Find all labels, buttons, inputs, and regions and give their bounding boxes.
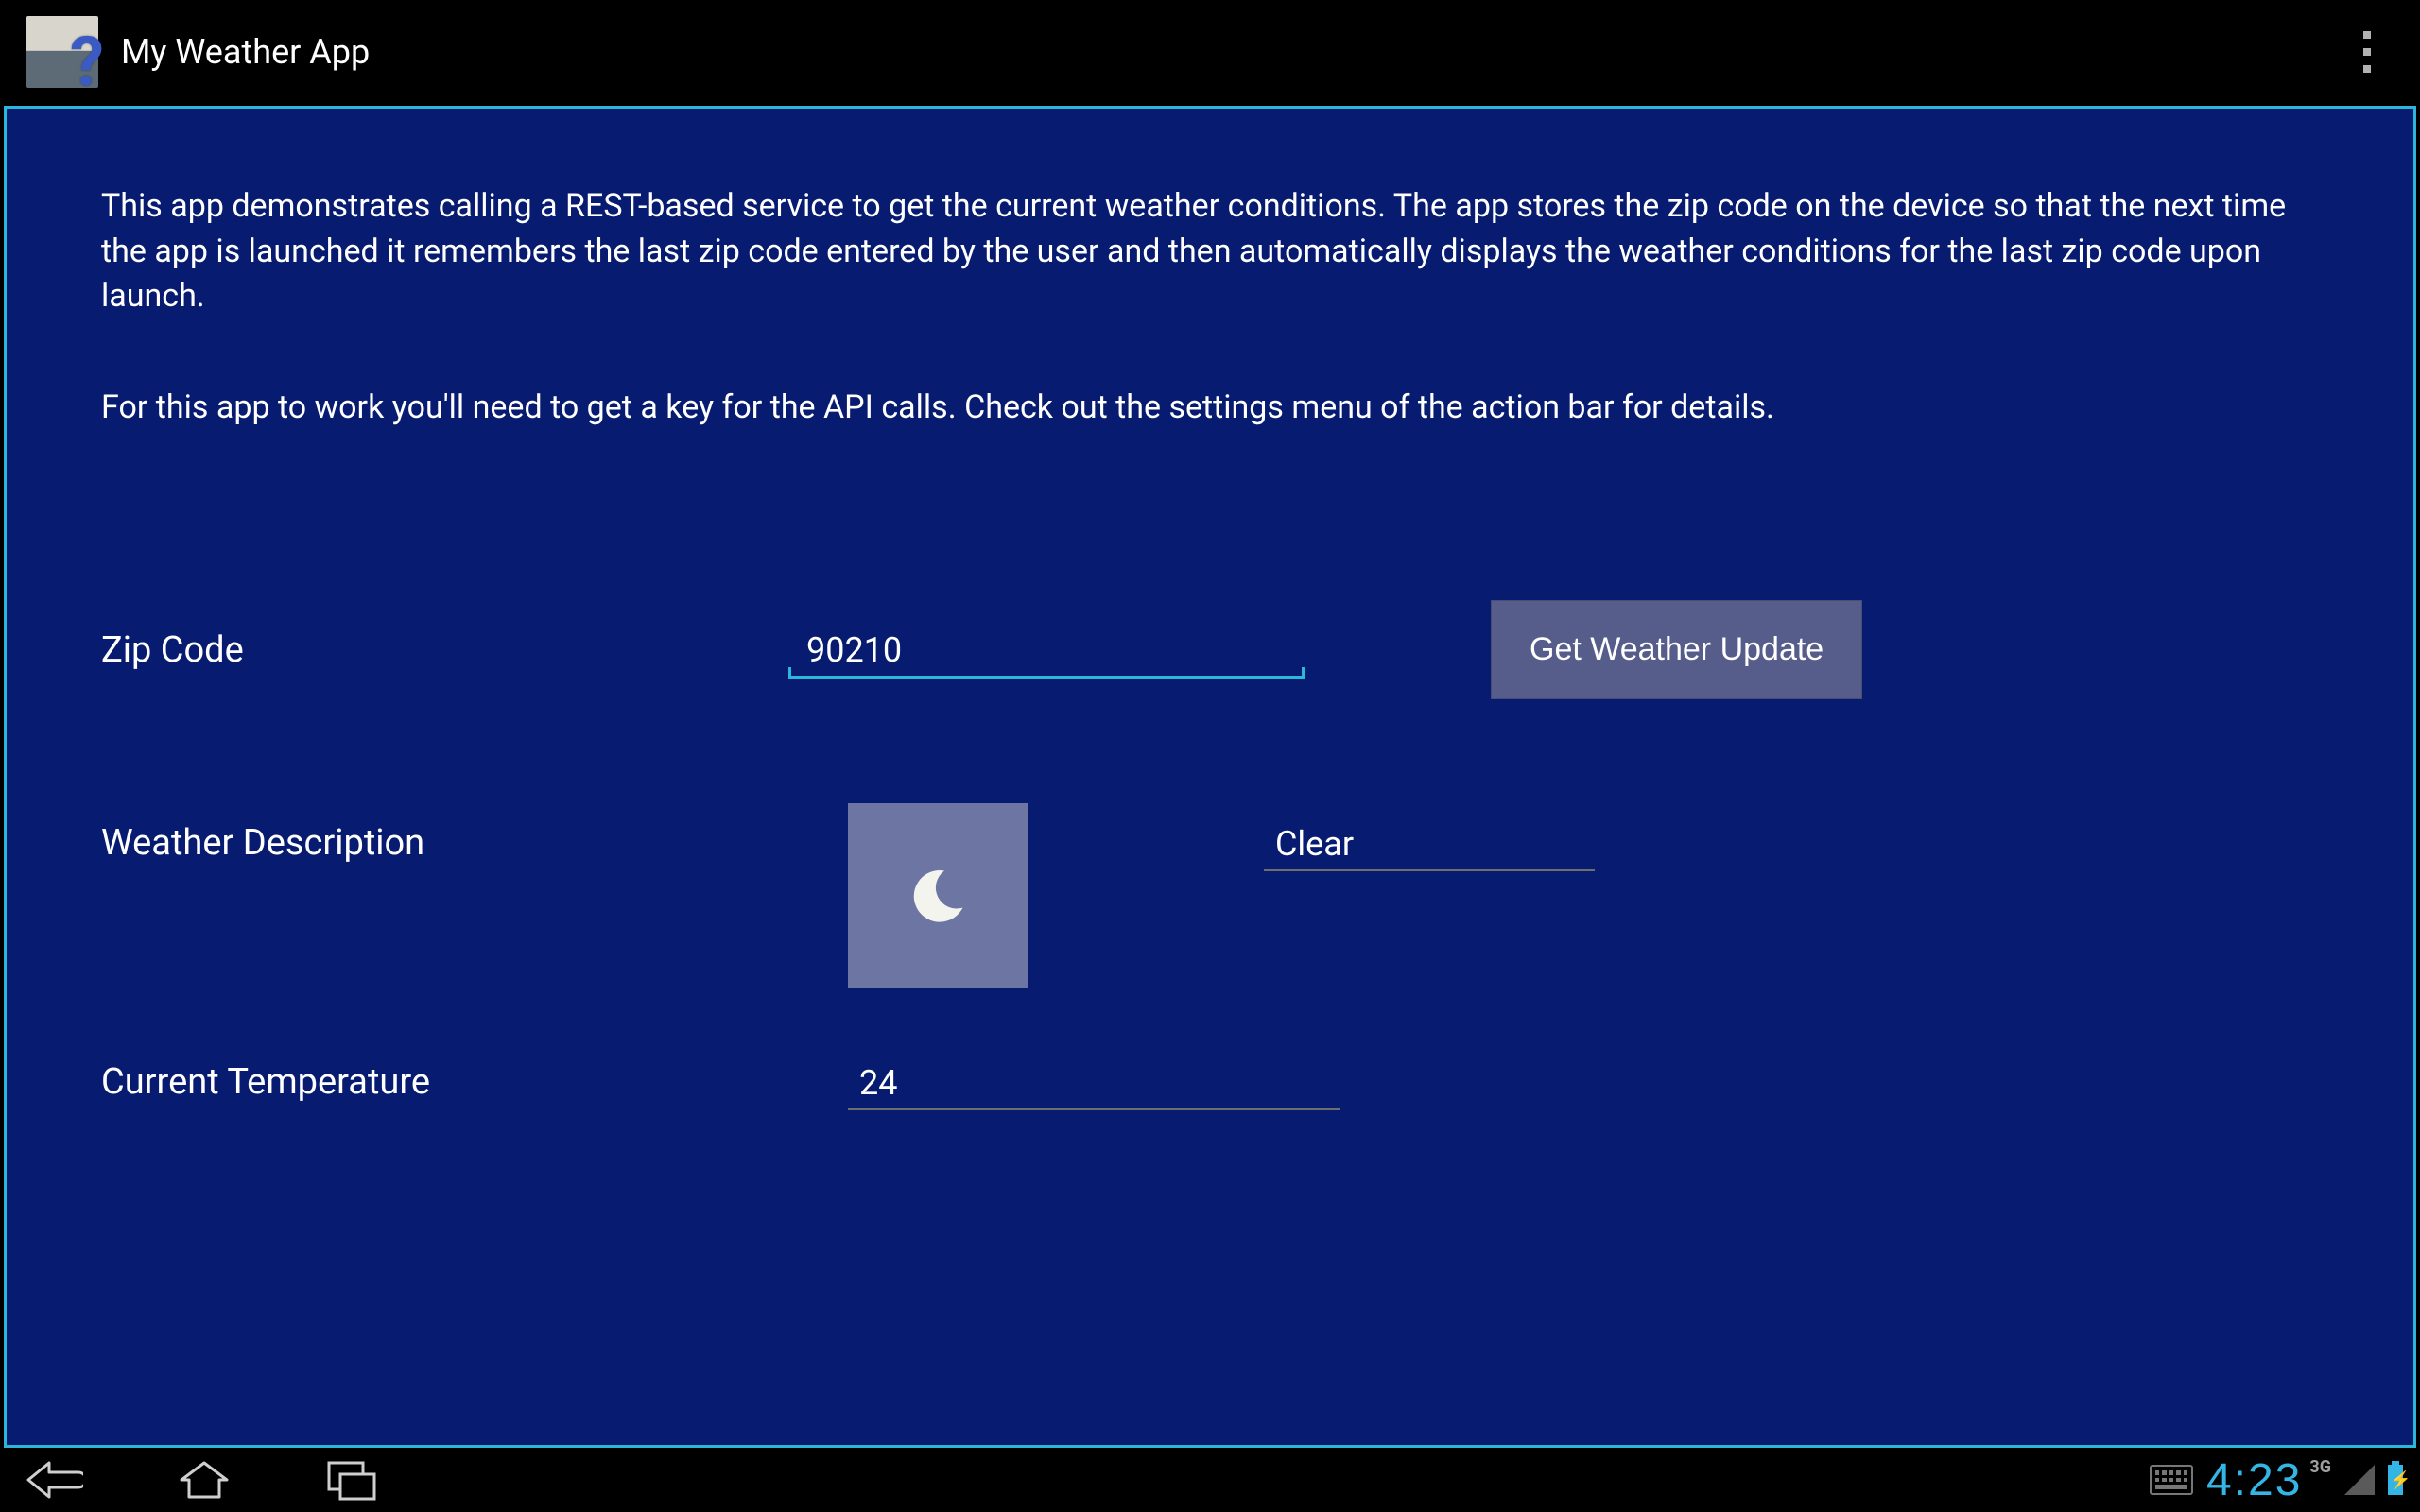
network-label: 3G <box>2309 1457 2331 1477</box>
action-bar: My Weather App <box>0 0 2420 104</box>
back-button[interactable] <box>26 1459 83 1501</box>
zip-input[interactable]: 90210 <box>791 621 1302 679</box>
temp-value[interactable]: 24 <box>848 1054 1340 1110</box>
overflow-menu-button[interactable] <box>2352 20 2382 84</box>
content-area: This app demonstrates calling a REST-bas… <box>4 106 2416 1448</box>
clock: 4:23 <box>2206 1454 2302 1506</box>
app-icon <box>26 16 98 88</box>
status-area[interactable]: 4:23 3G ⚡ <box>2150 1448 2403 1512</box>
intro-text-1: This app demonstrates calling a REST-bas… <box>101 184 2319 319</box>
zip-label: Zip Code <box>101 629 791 671</box>
weather-icon-box <box>848 803 1028 988</box>
keyboard-icon <box>2150 1465 2193 1495</box>
get-weather-button[interactable]: Get Weather Update <box>1491 600 1862 699</box>
zip-row: Zip Code 90210 Get Weather Update <box>101 600 2319 699</box>
app-title: My Weather App <box>121 32 370 72</box>
battery-icon: ⚡ <box>2388 1465 2403 1495</box>
signal-icon <box>2344 1465 2375 1495</box>
weather-desc-value[interactable]: Clear <box>1264 815 1595 871</box>
navigation-bar: 4:23 3G ⚡ <box>0 1448 2420 1512</box>
home-button[interactable] <box>178 1459 231 1501</box>
recent-apps-button[interactable] <box>325 1459 378 1501</box>
weather-row: Weather Description Clear <box>101 803 2319 988</box>
temp-row: Current Temperature 24 <box>101 1054 2319 1110</box>
intro-text-2: For this app to work you'll need to get … <box>101 386 2319 431</box>
temp-label: Current Temperature <box>101 1061 791 1103</box>
moon-icon <box>908 865 969 926</box>
weather-desc-label: Weather Description <box>101 803 791 864</box>
charging-icon: ⚡ <box>2390 1470 2411 1490</box>
